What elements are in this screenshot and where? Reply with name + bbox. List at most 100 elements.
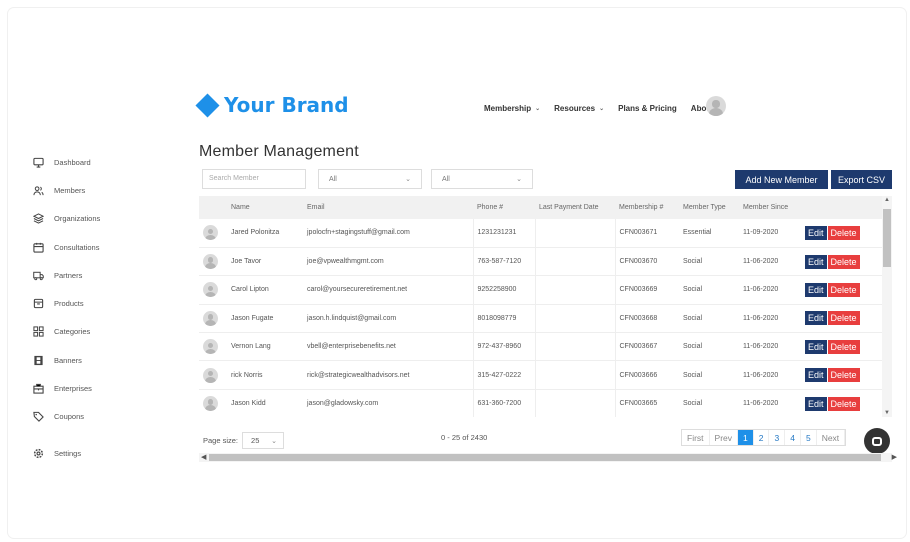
table-row[interactable]: Jason Fugate jason.h.lindquist@gmail.com 8…: [199, 304, 882, 333]
layers-icon: [32, 213, 44, 225]
vertical-scroll-thumb[interactable]: [883, 209, 891, 267]
brand-logo[interactable]: Your Brand: [195, 92, 349, 118]
scroll-right-arrow-icon[interactable]: ▶: [892, 453, 897, 461]
scroll-left-arrow-icon[interactable]: ◀: [201, 453, 206, 461]
delete-button[interactable]: Delete: [827, 339, 860, 354]
member-since-cell: 11-09-2020: [743, 229, 779, 237]
page-size-value: 25: [251, 436, 260, 445]
member-avatar: [203, 310, 218, 326]
table-row[interactable]: Vernon Lang vbell@enterprisebenefits.net 9…: [199, 332, 882, 361]
user-avatar[interactable]: [706, 96, 726, 116]
sidebar-item-label: Members: [54, 185, 86, 195]
delete-button[interactable]: Delete: [827, 311, 860, 326]
horizontal-scroll-thumb[interactable]: [209, 454, 881, 461]
truck-icon: [32, 269, 44, 281]
monitor-icon: [32, 156, 44, 168]
sidebar-item-products[interactable]: Products: [32, 289, 162, 317]
member-type-cell: Essential: [683, 229, 712, 237]
sidebar-item-partners[interactable]: Partners: [32, 261, 162, 289]
page-5-button[interactable]: 5: [801, 430, 817, 445]
nav-membership[interactable]: Membership ⌄: [484, 104, 540, 113]
membership-number-cell: CFN003666: [614, 360, 679, 390]
actions-cell: Edit Delete: [801, 304, 882, 332]
delete-button[interactable]: Delete: [827, 254, 860, 269]
sidebar-item-coupons[interactable]: Coupons: [32, 403, 162, 431]
avatar-cell: [199, 276, 227, 304]
first-page-button[interactable]: First: [682, 430, 710, 445]
member-name-cell: rick Norris: [231, 371, 263, 379]
edit-button[interactable]: Edit: [805, 282, 827, 297]
sidebar-item-settings[interactable]: Settings: [32, 439, 162, 467]
horizontal-scrollbar[interactable]: ◀ ▶: [199, 453, 897, 462]
page-size-label: Page size:: [203, 436, 239, 445]
member-email-cell: jason.h.lindquist@gmail.com: [307, 314, 397, 322]
avatar-cell: [199, 361, 227, 389]
edit-button[interactable]: Edit: [805, 311, 827, 326]
last-payment-cell: [534, 304, 615, 333]
nav-plans-pricing[interactable]: Plans & Pricing: [618, 104, 677, 113]
table-row[interactable]: Jared Polonitza jpolocfn+stagingstuff@gma…: [199, 219, 882, 248]
page-3-button[interactable]: 3: [769, 430, 786, 445]
membership-number-cell: CFN003665: [614, 389, 679, 417]
add-new-member-button[interactable]: Add New Member: [735, 170, 828, 189]
vertical-scrollbar[interactable]: ▲ ▼: [882, 196, 892, 417]
sidebar-item-label: Categories: [54, 327, 91, 337]
column-header-membership[interactable]: Membership #: [615, 196, 679, 219]
top-navigation: Membership ⌄ Resources ⌄ Plans & Pricing…: [484, 104, 728, 113]
search-input[interactable]: Search Member: [202, 169, 306, 189]
member-avatar: [203, 396, 218, 412]
avatar-cell: [199, 333, 227, 361]
column-header-member-since[interactable]: Member Since: [739, 196, 801, 219]
delete-button[interactable]: Delete: [827, 225, 860, 240]
sidebar-item-categories[interactable]: Categories: [32, 318, 162, 346]
table-row[interactable]: rick Norris rick@strategicwealthadvisors.…: [199, 360, 882, 390]
export-csv-button[interactable]: Export CSV: [831, 170, 892, 189]
prev-page-button[interactable]: Prev: [710, 430, 739, 445]
member-type-cell: Social: [683, 371, 703, 379]
edit-button[interactable]: Edit: [805, 396, 827, 411]
column-header-member-type[interactable]: Member Type: [679, 196, 739, 219]
avatar-cell: [199, 219, 227, 247]
filter-select-2[interactable]: All ⌄: [431, 169, 533, 189]
sidebar-item-dashboard[interactable]: Dashboard: [32, 148, 162, 176]
delete-button[interactable]: Delete: [827, 368, 860, 383]
sidebar-item-label: Consultations: [54, 242, 100, 252]
edit-button[interactable]: Edit: [805, 254, 827, 269]
column-header-phone[interactable]: Phone #: [473, 196, 535, 219]
page-size-select[interactable]: 25 ⌄: [242, 432, 285, 449]
column-header-email[interactable]: Email: [303, 196, 473, 219]
member-email-cell: vbell@enterprisebenefits.net: [307, 343, 396, 351]
sidebar-item-enterprises[interactable]: Enterprises: [32, 374, 162, 402]
member-avatar: [203, 339, 218, 355]
next-page-button[interactable]: Next: [817, 430, 846, 445]
scroll-down-arrow-icon[interactable]: ▼: [884, 410, 890, 416]
delete-button[interactable]: Delete: [827, 396, 860, 411]
table-row[interactable]: Joe Tavor joe@vpwealthmgmt.com 763-587-712…: [199, 247, 882, 276]
edit-button[interactable]: Edit: [805, 225, 827, 240]
scroll-up-arrow-icon[interactable]: ▲: [884, 197, 890, 203]
member-name-cell: Vernon Lang: [231, 343, 271, 351]
chat-launcher-button[interactable]: [864, 428, 890, 454]
sidebar-item-banners[interactable]: Banners: [32, 346, 162, 374]
sidebar-item-members[interactable]: Members: [32, 176, 162, 204]
chevron-down-icon: ⌄: [535, 106, 541, 112]
nav-resources-label: Resources: [554, 104, 596, 113]
page-2-button[interactable]: 2: [754, 430, 770, 445]
membership-number-cell: CFN003668: [614, 304, 679, 333]
edit-button[interactable]: Edit: [805, 368, 827, 383]
nav-resources[interactable]: Resources ⌄: [554, 104, 604, 113]
member-name-cell: Jared Polonitza: [231, 229, 280, 237]
sidebar-item-organizations[interactable]: Organizations: [32, 205, 162, 233]
member-since-cell: 11-06-2020: [743, 343, 779, 351]
tag-icon: [32, 411, 44, 423]
column-header-last-payment[interactable]: Last Payment Date: [535, 196, 615, 219]
sidebar-item-consultations[interactable]: Consultations: [32, 233, 162, 261]
delete-button[interactable]: Delete: [827, 282, 860, 297]
edit-button[interactable]: Edit: [805, 339, 827, 354]
column-header-name[interactable]: Name: [227, 196, 303, 219]
table-row[interactable]: Carol Lipton carol@yoursecureretirement.n…: [199, 275, 882, 305]
table-row[interactable]: Jason Kidd jason@gladowsky.com 631-360-720…: [199, 389, 882, 417]
page-4-button[interactable]: 4: [785, 430, 801, 445]
page-1-button[interactable]: 1: [738, 430, 754, 445]
filter-select-1[interactable]: All ⌄: [318, 169, 422, 189]
